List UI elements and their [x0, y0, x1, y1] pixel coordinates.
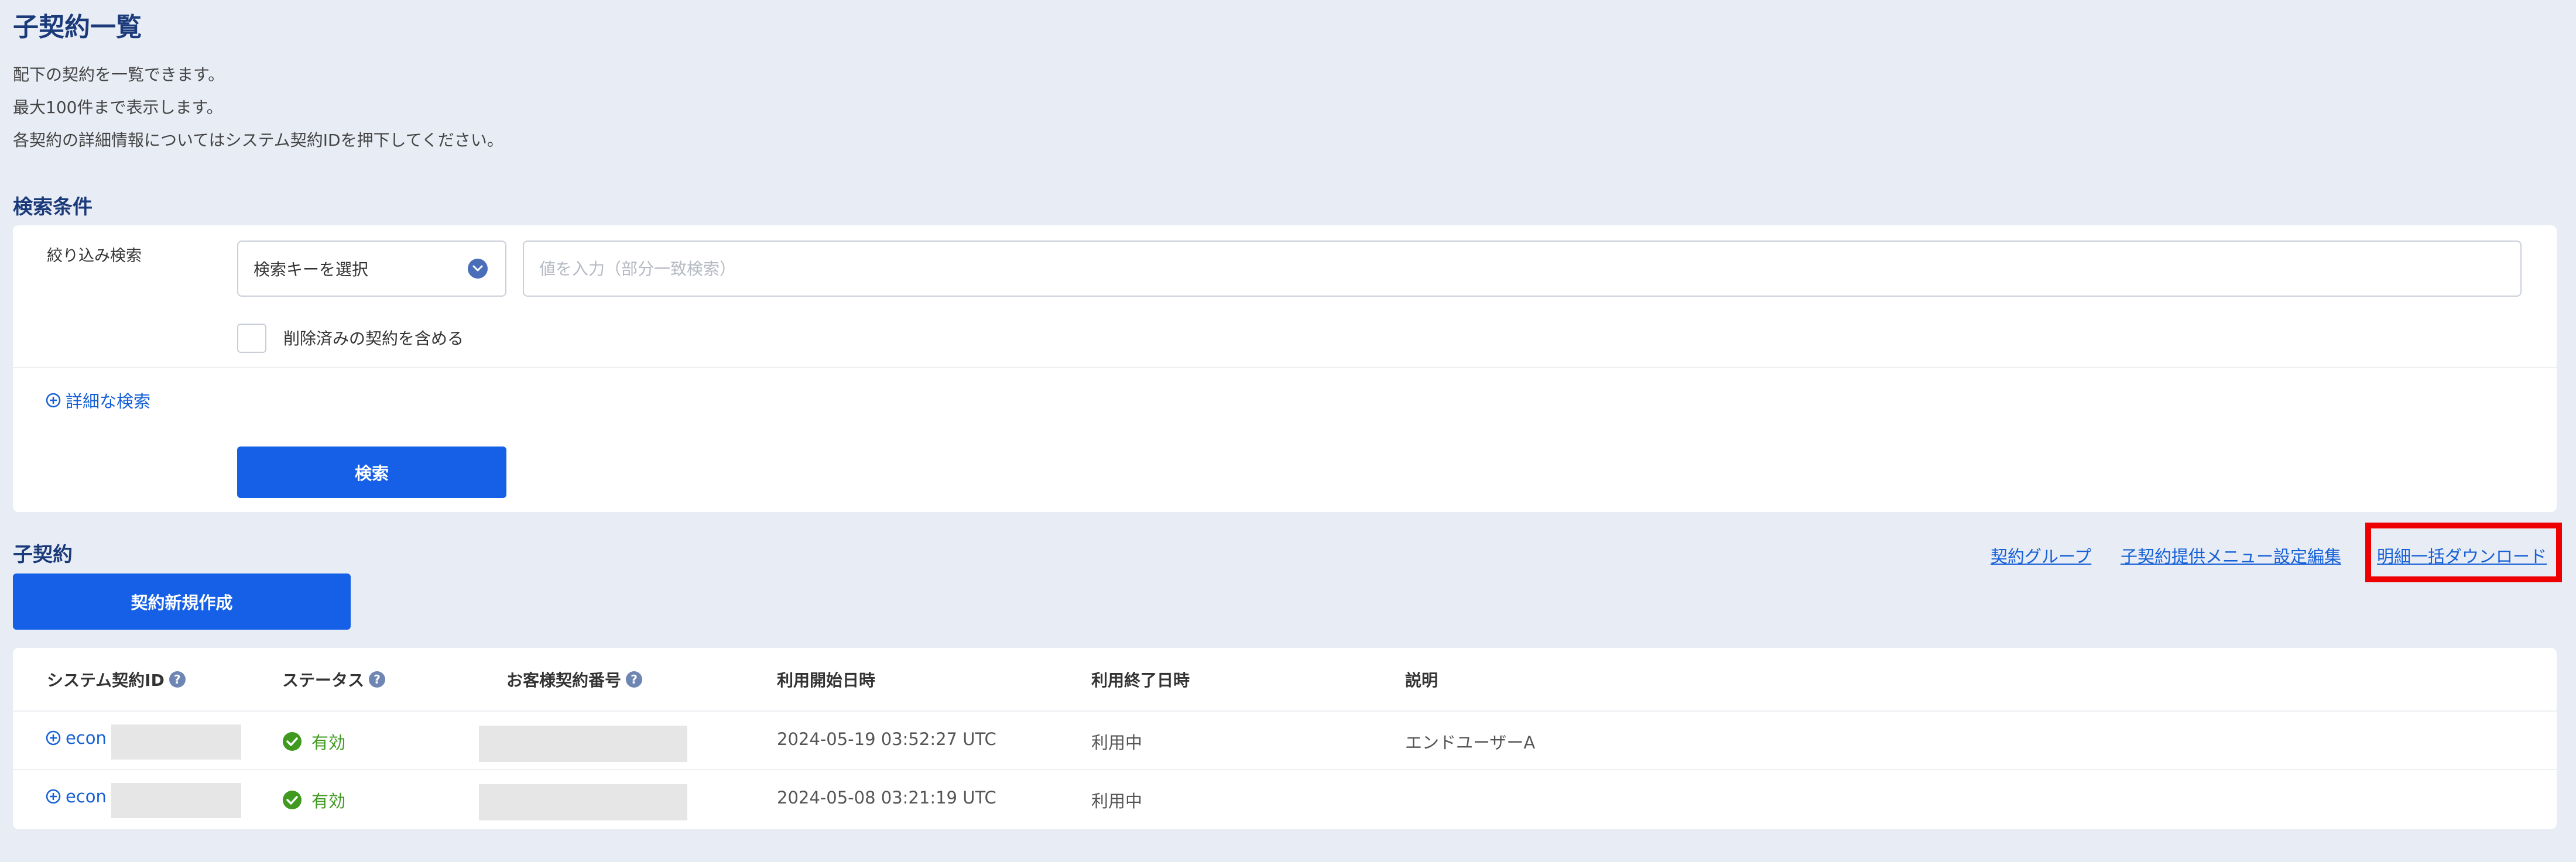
column-header-status: ステータス ?: [282, 668, 386, 691]
column-header-end: 利用終了日時: [1091, 671, 1190, 690]
question-icon[interactable]: ?: [626, 671, 643, 688]
contracts-section-title: 子契約: [13, 543, 73, 566]
menu-settings-link[interactable]: 子契約提供メニュー設定編集: [2121, 543, 2341, 568]
masked-customer-no: [479, 784, 687, 820]
new-contract-button[interactable]: 契約新規作成: [13, 573, 351, 630]
page: 子契約一覧 配下の契約を一覧できます。 最大100件まで表示します。 各契約の詳…: [0, 0, 2576, 862]
column-header-customer-no-label: お客様契約番号: [506, 671, 622, 690]
search-key-select[interactable]: 検索キーを選択: [237, 241, 506, 297]
filter-label: 絞り込み検索: [47, 247, 142, 265]
start-datetime: 2024-05-19 03:52:27 UTC: [777, 729, 996, 749]
plus-circle-icon: [46, 730, 61, 746]
include-deleted-label: 削除済みの契約を含める: [283, 329, 464, 348]
description-line-2: 最大100件まで表示します。: [13, 98, 223, 117]
system-id-prefix: econ: [66, 728, 107, 748]
end-datetime: 利用中: [1091, 791, 1143, 811]
description-line-3: 各契約の詳細情報についてはシステム契約IDを押下してください。: [13, 130, 503, 150]
column-header-customer-no: お客様契約番号 ?: [506, 668, 643, 691]
system-id-prefix: econ: [66, 787, 107, 806]
column-header-start: 利用開始日時: [777, 671, 876, 690]
include-deleted-checkbox[interactable]: [237, 324, 266, 353]
system-id-link[interactable]: econ: [46, 728, 107, 748]
check-circle-icon: [283, 791, 302, 809]
masked-system-id: [111, 724, 241, 760]
advanced-search-link[interactable]: 詳細な検索: [46, 388, 150, 413]
search-key-select-value: 検索キーを選択: [254, 260, 369, 279]
masked-system-id: [111, 783, 241, 818]
page-title: 子契約一覧: [13, 12, 142, 42]
status-label: 有効: [311, 791, 346, 811]
end-datetime: 利用中: [1091, 733, 1143, 753]
column-header-description: 説明: [1405, 671, 1438, 690]
search-card: 絞り込み検索 検索キーを選択 削除済みの契約を含める 詳細な検索 検索: [13, 225, 2557, 512]
masked-customer-no: [479, 726, 687, 762]
search-divider: [13, 367, 2557, 368]
contract-group-link[interactable]: 契約グループ: [1991, 543, 2091, 568]
system-id-link[interactable]: econ: [46, 787, 107, 806]
check-circle-icon: [283, 732, 302, 751]
column-header-system-id-label: システム契約ID: [47, 671, 165, 690]
search-section-title: 検索条件: [13, 195, 93, 219]
table-row: econ 有効 2024-05-19 03:52:27 UTC 利用中 エンドユ…: [13, 712, 2557, 769]
advanced-search-label: 詳細な検索: [66, 391, 151, 411]
column-header-status-label: ステータス: [282, 671, 365, 690]
chevron-down-icon: [468, 259, 488, 279]
plus-circle-icon: [46, 393, 61, 408]
description-line-1: 配下の契約を一覧できます。: [13, 65, 225, 84]
status-label: 有効: [311, 733, 346, 753]
contracts-table: システム契約ID ? ステータス ? お客様契約番号 ? 利用開始日時 利用終了…: [13, 648, 2557, 829]
row-description: エンドユーザーA: [1405, 733, 1536, 753]
status-badge: 有効: [282, 788, 345, 812]
question-icon[interactable]: ?: [169, 671, 186, 688]
bulk-download-link[interactable]: 明細一括ダウンロード: [2377, 543, 2547, 568]
question-icon[interactable]: ?: [369, 671, 386, 688]
start-datetime: 2024-05-08 03:21:19 UTC: [777, 788, 996, 808]
status-badge: 有効: [282, 729, 345, 754]
column-header-system-id: システム契約ID ?: [47, 668, 186, 691]
search-button[interactable]: 検索: [237, 447, 506, 498]
plus-circle-icon: [46, 789, 61, 804]
search-value-input[interactable]: [523, 241, 2522, 297]
table-row: econ 有効 2024-05-08 03:21:19 UTC 利用中: [13, 770, 2557, 827]
